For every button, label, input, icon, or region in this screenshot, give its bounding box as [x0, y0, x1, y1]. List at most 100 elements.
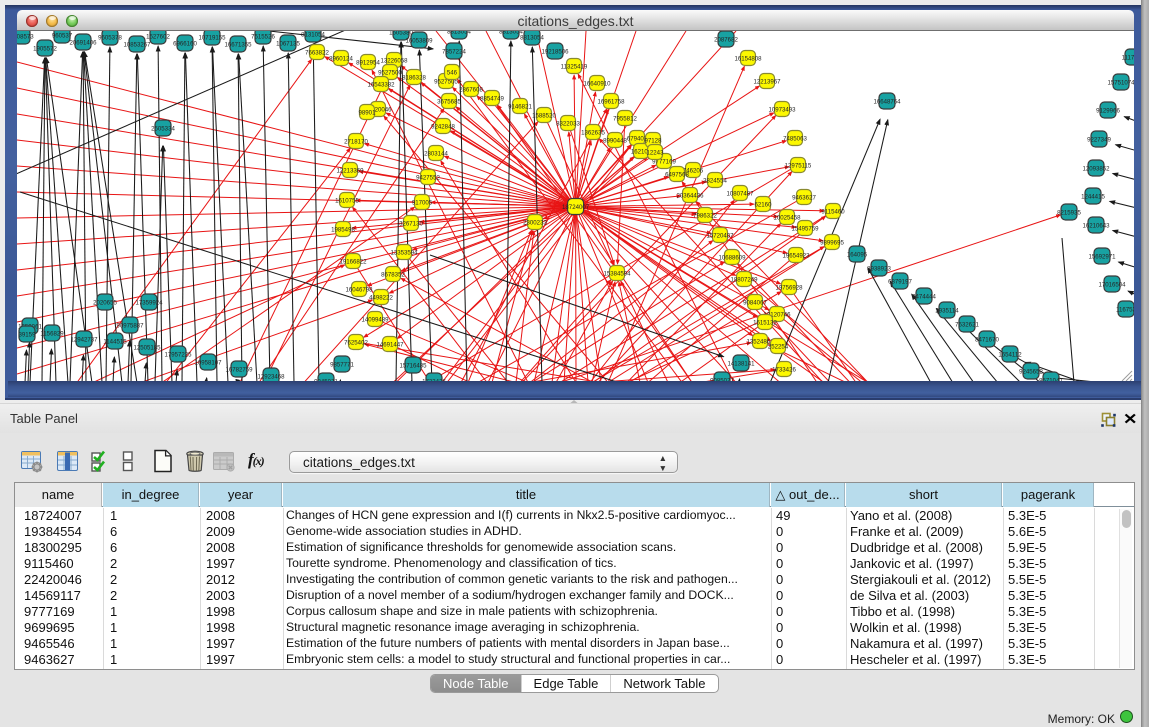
svg-text:3824554: 3824554 [703, 177, 727, 184]
svg-text:1985498: 1985498 [331, 226, 355, 233]
svg-text:116753: 116753 [1116, 306, 1134, 313]
svg-text:9605378: 9605378 [98, 34, 122, 41]
svg-text:13353594: 13353594 [390, 249, 418, 256]
svg-text:2867608: 2867608 [459, 86, 483, 93]
svg-text:8471670: 8471670 [975, 336, 999, 343]
svg-text:12923468: 12923468 [257, 373, 285, 380]
svg-text:9084067: 9084067 [743, 299, 767, 306]
svg-text:252254: 252254 [768, 343, 789, 350]
svg-text:12975115: 12975115 [785, 162, 812, 169]
svg-text:8912954: 8912954 [356, 59, 380, 66]
svg-text:9227349: 9227349 [1087, 136, 1111, 143]
svg-text:9146821: 9146821 [508, 103, 532, 110]
svg-text:10025458: 10025458 [773, 214, 801, 221]
svg-text:2505334: 2505334 [151, 125, 175, 132]
svg-text:19218506: 19218506 [541, 48, 569, 55]
svg-text:164095: 164095 [847, 251, 868, 258]
svg-text:16053809: 16053809 [405, 37, 433, 44]
svg-text:546: 546 [447, 69, 458, 76]
svg-text:14138141: 14138141 [727, 360, 755, 367]
svg-text:9463627: 9463627 [792, 194, 816, 201]
svg-text:12213369: 12213369 [336, 167, 364, 174]
svg-text:16154808: 16154808 [734, 55, 762, 62]
svg-text:7632621: 7632621 [955, 321, 979, 328]
svg-text:17016504: 17016504 [1098, 281, 1126, 288]
svg-text:1527602: 1527602 [146, 33, 170, 40]
svg-text:15692971: 15692971 [1088, 253, 1116, 260]
svg-text:19654923: 19654923 [782, 252, 810, 259]
svg-text:10958107: 10958107 [194, 359, 222, 366]
svg-text:9242848: 9242848 [431, 123, 455, 130]
svg-text:17359924: 17359924 [135, 299, 163, 306]
svg-text:7625402: 7625402 [344, 339, 368, 346]
svg-text:7857224: 7857224 [442, 48, 466, 55]
svg-text:8938923: 8938923 [867, 265, 891, 272]
svg-text:39159: 39159 [19, 331, 37, 338]
svg-text:1654112: 1654112 [998, 351, 1022, 358]
svg-text:16782759: 16782759 [225, 366, 253, 373]
svg-text:1067135: 1067135 [276, 40, 300, 47]
svg-text:10853267: 10853267 [123, 41, 151, 48]
svg-text:917005: 917005 [412, 199, 433, 206]
svg-text:16640910: 16640910 [583, 80, 611, 87]
svg-text:2300233: 2300233 [523, 219, 547, 226]
svg-text:1610755: 1610755 [335, 197, 359, 204]
svg-text:1615132: 1615132 [753, 319, 777, 326]
svg-text:14691447: 14691447 [376, 341, 404, 348]
svg-text:15751074: 15751074 [1107, 79, 1134, 86]
svg-text:2087682: 2087682 [714, 36, 738, 43]
svg-text:12942737: 12942737 [70, 336, 98, 343]
svg-text:18724007: 18724007 [562, 204, 590, 211]
svg-text:1156829: 1156829 [40, 330, 64, 337]
svg-text:1733426: 1733426 [772, 366, 796, 373]
svg-text:7663822: 7663822 [305, 49, 329, 56]
svg-text:16671355: 16671355 [224, 41, 252, 48]
svg-text:6966160: 6966160 [173, 40, 197, 47]
svg-text:16961758: 16961758 [597, 98, 625, 105]
svg-text:9857771: 9857771 [330, 361, 354, 368]
svg-text:19166822: 19166822 [339, 258, 367, 265]
svg-text:7485063: 7485063 [783, 135, 807, 142]
svg-text:8322033: 8322033 [556, 120, 580, 127]
svg-text:2020655: 2020655 [93, 299, 117, 306]
svg-text:8960124: 8960124 [329, 55, 353, 62]
svg-text:11325419: 11325419 [561, 63, 588, 70]
svg-text:9115460: 9115460 [821, 208, 845, 215]
svg-text:1244415: 1244415 [1081, 193, 1105, 200]
svg-text:2803144: 2803144 [424, 150, 448, 157]
svg-text:20364436: 20364436 [676, 192, 704, 199]
svg-text:1905572: 1905572 [33, 45, 57, 52]
svg-text:8813054: 8813054 [520, 34, 544, 41]
svg-text:2935114: 2935114 [935, 307, 959, 314]
svg-text:9129966: 9129966 [1096, 107, 1120, 114]
svg-text:1588520: 1588520 [532, 112, 556, 119]
svg-text:3267130: 3267130 [399, 220, 423, 227]
svg-text:6879197: 6879197 [888, 278, 912, 285]
svg-text:16648764: 16648764 [873, 98, 901, 105]
svg-text:4498222: 4498222 [369, 294, 393, 301]
svg-text:15720407: 15720407 [706, 232, 734, 239]
svg-text:97128: 97128 [645, 137, 663, 144]
svg-text:7955812: 7955812 [613, 115, 637, 122]
svg-text:18807249: 18807249 [730, 276, 758, 283]
svg-text:14099489: 14099489 [361, 316, 389, 323]
svg-text:12243: 12243 [647, 149, 665, 156]
svg-text:10807487: 10807487 [726, 190, 754, 197]
svg-text:1605380: 1605380 [389, 31, 413, 36]
svg-text:10973493: 10973493 [768, 106, 796, 113]
svg-text:8678352: 8678352 [381, 271, 405, 278]
svg-text:10688609: 10688609 [718, 254, 746, 261]
svg-text:12505185: 12505185 [133, 344, 161, 351]
svg-text:8186328: 8186328 [402, 74, 426, 81]
svg-text:20691406: 20691406 [69, 39, 97, 46]
svg-text:12093852: 12093852 [1082, 165, 1110, 172]
svg-text:9474444: 9474444 [912, 293, 936, 300]
svg-text:98901: 98901 [359, 109, 377, 116]
svg-text:16046798: 16046798 [345, 286, 373, 293]
svg-text:1108573: 1108573 [17, 33, 34, 40]
svg-text:62160: 62160 [755, 201, 773, 208]
svg-text:8813054: 8813054 [447, 31, 471, 35]
svg-text:90975887: 90975887 [116, 322, 144, 329]
svg-text:1362635: 1362635 [581, 129, 605, 136]
svg-text:1117205: 1117205 [1122, 54, 1134, 61]
